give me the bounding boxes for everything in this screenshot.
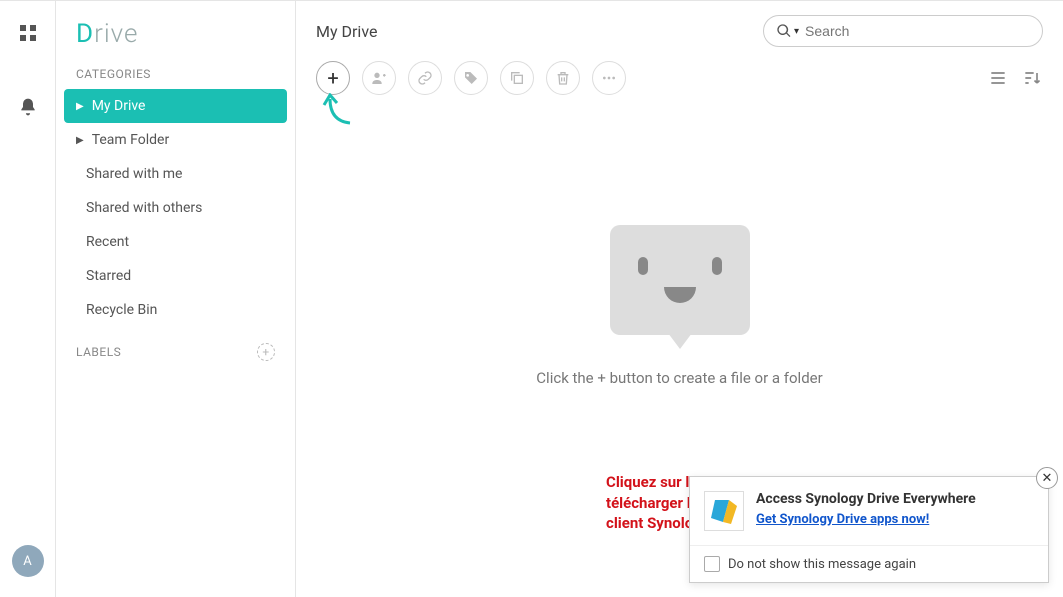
empty-message: Click the + button to create a file or a… [536, 369, 822, 387]
search-box[interactable]: ▾ [763, 15, 1043, 47]
dont-show-checkbox[interactable] [704, 556, 720, 572]
categories-heading: CATEGORIES [56, 67, 295, 89]
sidebar-item-recent[interactable]: Recent [56, 225, 295, 259]
link-button[interactable] [408, 61, 442, 95]
sidebar-item-my-drive[interactable]: ▶ My Drive [64, 89, 287, 123]
search-input[interactable] [805, 23, 1030, 39]
sidebar: Drive CATEGORIES ▶ My Drive ▶ Team Folde… [56, 1, 296, 597]
delete-button[interactable] [546, 61, 580, 95]
tag-button[interactable] [454, 61, 488, 95]
copy-button[interactable] [500, 61, 534, 95]
share-user-button[interactable] [362, 61, 396, 95]
main-area: My Drive ▾ + [296, 1, 1063, 597]
sidebar-item-label: Team Folder [92, 132, 170, 148]
left-rail: A [0, 1, 56, 597]
sidebar-item-recycle-bin[interactable]: Recycle Bin [56, 293, 295, 327]
sidebar-item-shared-with-me[interactable]: Shared with me [56, 157, 295, 191]
sidebar-item-label: Recent [86, 234, 129, 250]
sidebar-item-starred[interactable]: Starred [56, 259, 295, 293]
add-label-button[interactable]: + [257, 343, 275, 361]
sidebar-item-label: Recycle Bin [86, 302, 157, 318]
sidebar-item-team-folder[interactable]: ▶ Team Folder [56, 123, 295, 157]
caret-icon: ▶ [76, 101, 84, 112]
close-button[interactable]: ✕ [1036, 467, 1058, 489]
sidebar-item-shared-with-others[interactable]: Shared with others [56, 191, 295, 225]
search-icon [776, 23, 792, 39]
bell-icon[interactable] [16, 95, 40, 119]
add-button[interactable]: + [316, 61, 350, 95]
caret-icon: ▶ [76, 135, 84, 146]
sidebar-item-label: Shared with me [86, 166, 182, 182]
list-view-icon[interactable] [987, 67, 1009, 89]
popup-title: Access Synology Drive Everywhere [756, 491, 1034, 507]
sidebar-item-label: Shared with others [86, 200, 202, 216]
labels-heading: LABELS [76, 345, 121, 359]
logo-rest: rive [94, 19, 138, 49]
avatar[interactable]: A [12, 545, 44, 577]
sort-icon[interactable] [1021, 67, 1043, 89]
search-dropdown-icon[interactable]: ▾ [794, 26, 799, 37]
apps-icon[interactable] [16, 21, 40, 45]
logo: Drive [56, 19, 295, 67]
page-title: My Drive [316, 22, 377, 41]
promo-popup: ✕ Access Synology Drive Everywhere Get S… [689, 476, 1049, 583]
drive-app-icon [704, 491, 744, 531]
dont-show-label: Do not show this message again [728, 557, 916, 572]
sidebar-item-label: Starred [86, 268, 131, 284]
sidebar-item-label: My Drive [92, 98, 146, 114]
empty-face-icon [610, 225, 750, 335]
logo-letter: D [76, 19, 94, 49]
more-button[interactable] [592, 61, 626, 95]
popup-link[interactable]: Get Synology Drive apps now! [756, 512, 929, 527]
